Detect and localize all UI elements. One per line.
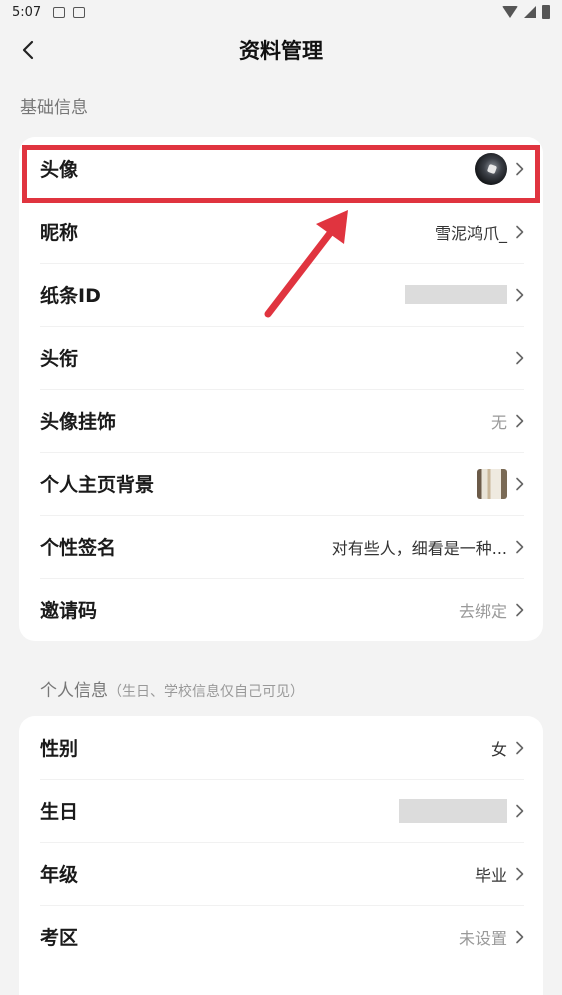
row-label: 头像挂饰 (40, 411, 117, 433)
chevron-right-icon (515, 540, 524, 554)
battery-icon (542, 5, 550, 19)
section-label-personal: 个人信息（生日、学校信息仅自己可见） (40, 676, 304, 701)
avatar (475, 152, 507, 185)
status-bar: 5:07 (0, 0, 562, 24)
row-label: 考区 (40, 927, 79, 949)
row-exam-region[interactable]: 考区 未设置 (19, 905, 543, 968)
nickname-value: 雪泥鸿爪_ (434, 223, 507, 243)
chevron-right-icon (515, 930, 524, 944)
row-nickname[interactable]: 昵称 雪泥鸿爪_ (19, 200, 543, 263)
chevron-right-icon (515, 804, 524, 818)
row-title[interactable]: 头衔 (19, 326, 543, 389)
row-label: 头衔 (40, 348, 79, 370)
chevron-right-icon (515, 867, 524, 881)
signal-icon (524, 6, 536, 18)
chevron-right-icon (515, 225, 524, 239)
row-birthday[interactable]: 生日 (19, 779, 543, 842)
row-label: 性别 (40, 738, 79, 760)
row-label: 个人主页背景 (40, 474, 155, 496)
chevron-left-icon (22, 40, 34, 60)
chevron-right-icon (515, 414, 524, 428)
row-label: 昵称 (40, 222, 79, 244)
row-invite-code[interactable]: 邀请码 去绑定 (19, 578, 543, 641)
back-button[interactable] (10, 32, 46, 68)
chevron-right-icon (515, 162, 524, 176)
invite-code-value: 去绑定 (458, 601, 507, 621)
signature-value: 对有些人，细看是一种... (331, 538, 507, 558)
page-title: 资料管理 (239, 39, 323, 63)
redacted-id-value (405, 285, 507, 304)
section-note: （生日、学校信息仅自己可见） (108, 684, 304, 700)
personal-info-card: 性别 女 生日 年级 毕业 考区 未设置 (19, 716, 543, 995)
row-label: 生日 (40, 801, 79, 823)
redacted-birthday-value (399, 798, 507, 823)
section-label-basic: 基础信息 (20, 98, 88, 118)
exam-region-value: 未设置 (458, 928, 507, 948)
nav-bar: 资料管理 (0, 24, 562, 76)
avatar-frame-value: 无 (490, 412, 507, 432)
chevron-right-icon (515, 603, 524, 617)
row-note-id[interactable]: 纸条ID (19, 263, 543, 326)
chevron-right-icon (515, 351, 524, 365)
chevron-right-icon (515, 741, 524, 755)
row-gender[interactable]: 性别 女 (19, 716, 543, 779)
basic-info-card: 头像 昵称 雪泥鸿爪_ 纸条ID 头衔 头像挂饰 无 个人主页背景 个性签名 对… (19, 137, 543, 641)
row-label: 纸条ID (40, 285, 101, 307)
background-thumbnail (477, 468, 507, 499)
chevron-right-icon (515, 288, 524, 302)
row-label: 邀请码 (40, 600, 98, 622)
row-label: 个性签名 (40, 537, 117, 559)
row-label: 头像 (40, 159, 79, 181)
text-icon (73, 6, 86, 18)
gallery-icon (53, 6, 66, 18)
chevron-right-icon (515, 477, 524, 491)
status-icons (502, 5, 550, 19)
row-avatar-frame[interactable]: 头像挂饰 无 (19, 389, 543, 452)
row-label: 年级 (40, 864, 79, 886)
row-signature[interactable]: 个性签名 对有些人，细看是一种... (19, 515, 543, 578)
row-avatar[interactable]: 头像 (19, 137, 543, 200)
grade-value: 毕业 (474, 865, 507, 885)
row-profile-background[interactable]: 个人主页背景 (19, 452, 543, 515)
row-grade[interactable]: 年级 毕业 (19, 842, 543, 905)
gender-value: 女 (490, 739, 507, 759)
status-time: 5:07 (12, 4, 42, 20)
wifi-icon (502, 6, 518, 18)
section-title: 个人信息 (40, 681, 108, 701)
